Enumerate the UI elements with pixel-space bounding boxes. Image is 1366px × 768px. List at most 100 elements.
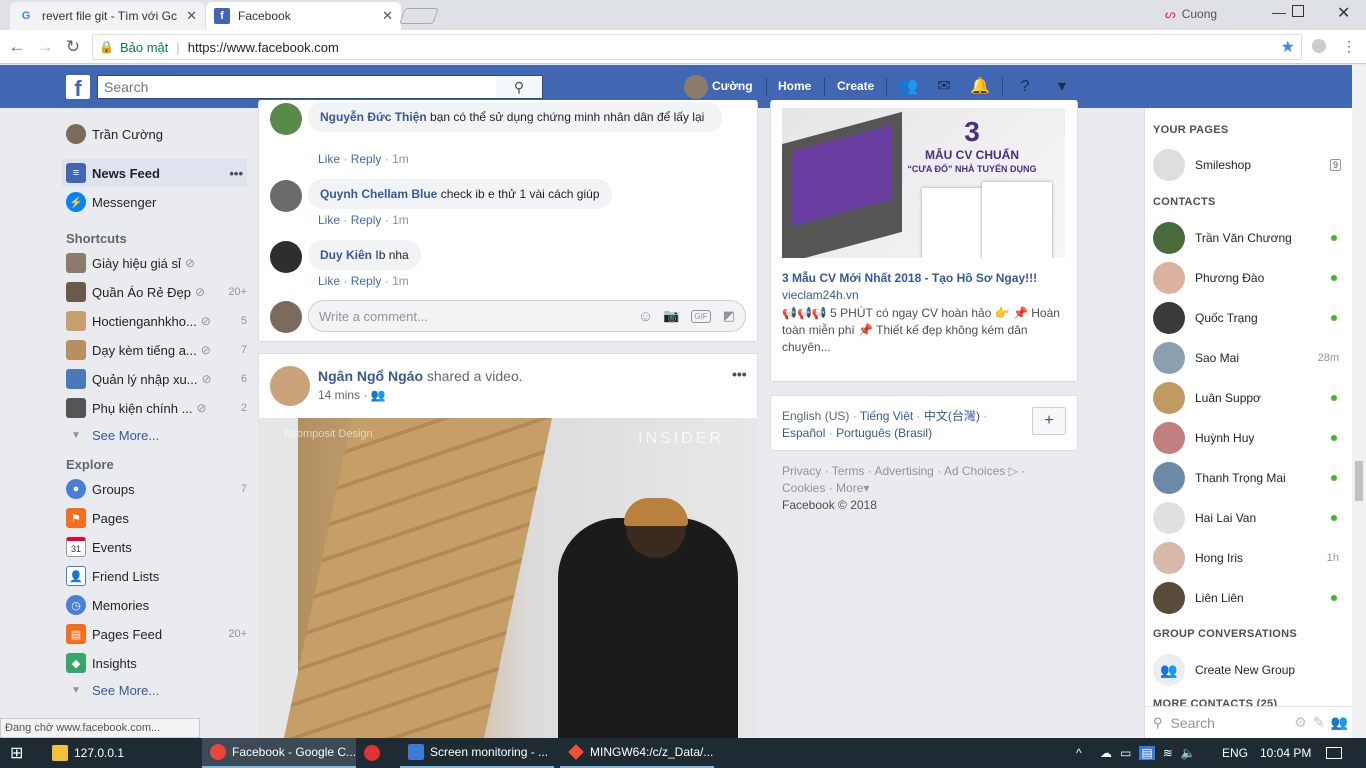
contact-item[interactable]: Luân Suppơ <box>1145 378 1345 418</box>
search-icon[interactable]: ⚲ <box>496 76 542 98</box>
contact-item[interactable]: Quốc Trạng <box>1145 298 1345 338</box>
write-comment-box[interactable]: Write a comment... ☺ 📷 GIF ◩ <box>308 300 746 332</box>
page-scrollbar[interactable] <box>1352 65 1366 738</box>
contact-item[interactable]: Hai Lai Van <box>1145 498 1345 538</box>
advertising-link[interactable]: Advertising <box>874 464 933 478</box>
contact-item[interactable]: Trần Văn Chương <box>1145 218 1345 258</box>
browser-tab-google[interactable]: G revert file git - Tìm với Gc ✕ <box>10 2 205 30</box>
contact-item[interactable]: Thanh Trọng Mai <box>1145 458 1345 498</box>
commenter-name[interactable]: Nguyễn Đức Thiện <box>320 110 427 124</box>
taskbar-item[interactable]: MINGW64:/c/z_Data/... <box>560 738 714 768</box>
cookies-link[interactable]: Cookies <box>782 481 825 495</box>
reply-link[interactable]: Reply <box>351 274 382 288</box>
profile-nav-item[interactable]: Trần Cường <box>62 120 247 148</box>
maximize-button[interactable] <box>1292 5 1304 17</box>
sticker-icon[interactable]: ◩ <box>723 308 735 324</box>
avatar[interactable] <box>684 75 708 99</box>
comment-time[interactable]: 1m <box>392 213 409 227</box>
terms-link[interactable]: Terms <box>832 464 865 478</box>
forward-icon[interactable]: → <box>34 36 56 58</box>
gif-icon[interactable]: GIF <box>691 309 711 323</box>
emoji-icon[interactable]: ☺ <box>638 308 653 325</box>
see-more-shortcuts-link[interactable]: ▼ See More... <box>62 421 247 449</box>
explore-item-events[interactable]: 31 Events <box>62 533 247 561</box>
post-options-icon[interactable]: ••• <box>732 366 747 382</box>
news-feed-nav-item[interactable]: ≡ News Feed ••• <box>62 159 247 187</box>
taskbar-item[interactable] <box>364 738 394 768</box>
shortcut-item[interactable]: Giày hiệu giá sỉ ⊘ <box>62 249 247 277</box>
explore-item-friend-lists[interactable]: 👤 Friend Lists <box>62 562 247 590</box>
like-link[interactable]: Like <box>318 213 340 227</box>
shortcut-item[interactable]: Hoctienganhkho... ⊘ 5 <box>62 307 247 335</box>
commenter-name[interactable]: Duy Kiên <box>320 248 372 262</box>
reload-icon[interactable]: ↻ <box>62 36 84 58</box>
facebook-logo[interactable]: f <box>66 75 90 101</box>
language-link[interactable]: Español <box>782 426 825 440</box>
search-input[interactable] <box>98 76 496 98</box>
shortcut-item[interactable]: Quần Áo Rẻ Đẹp ⊘ 20+ <box>62 278 247 306</box>
reply-link[interactable]: Reply <box>351 213 382 227</box>
new-message-icon[interactable]: ✎ <box>1313 714 1325 731</box>
add-language-button[interactable]: + <box>1032 407 1066 435</box>
contact-item[interactable]: Huỳnh Huy <box>1145 418 1345 458</box>
more-link[interactable]: More <box>836 481 863 495</box>
gear-icon[interactable]: ⚙ <box>1294 714 1307 731</box>
shortcut-item[interactable]: Phụ kiện chính ... ⊘ 2 <box>62 394 247 422</box>
taskbar-item[interactable]: 127.0.0.1 <box>52 738 202 768</box>
post-author[interactable]: Ngân Ngổ Ngáo <box>318 368 423 384</box>
see-more-explore-link[interactable]: ▼ See More... <box>62 676 247 704</box>
bookmark-star-icon[interactable]: ★ <box>1281 37 1295 57</box>
avatar[interactable] <box>270 180 302 212</box>
contact-item[interactable]: Liên Liên <box>1145 578 1345 618</box>
add-friends-icon[interactable]: 👥 <box>1331 714 1348 731</box>
like-link[interactable]: Like <box>318 152 340 166</box>
comment-time[interactable]: 1m <box>392 274 409 288</box>
language-link[interactable]: 中文(台灣) <box>924 409 980 423</box>
page-item[interactable]: Smileshop 9 <box>1145 145 1345 185</box>
ad-title[interactable]: 3 Mẫu CV Mới Nhất 2018 - Tạo Hồ Sơ Ngay!… <box>782 271 1072 285</box>
comment-time[interactable]: 1m <box>392 152 409 166</box>
explore-item-insights[interactable]: ◆ Insights <box>62 649 247 677</box>
privacy-link[interactable]: Privacy <box>782 464 821 478</box>
commenter-name[interactable]: Quynh Chellam Blue <box>320 187 437 201</box>
show-hidden-icons[interactable]: ^ <box>1076 738 1082 768</box>
language-link[interactable]: Português (Brasil) <box>836 426 932 440</box>
explore-item-memories[interactable]: ◷ Memories <box>62 591 247 619</box>
avatar[interactable] <box>270 103 302 135</box>
avatar[interactable] <box>270 366 310 406</box>
post-time[interactable]: 14 mins <box>318 388 360 402</box>
audience-friends-icon[interactable]: 👥 <box>371 388 386 402</box>
notifications-icon[interactable]: 🔔 <box>968 75 992 99</box>
chat-search-input[interactable]: Search <box>1171 715 1215 731</box>
extension-icon[interactable] <box>1312 39 1326 53</box>
messenger-nav-item[interactable]: ⚡ Messenger <box>62 188 247 216</box>
browser-tab-facebook[interactable]: f Facebook ✕ <box>206 2 401 30</box>
start-button[interactable]: ⊞ <box>10 738 23 768</box>
notifications-icon[interactable] <box>1326 738 1342 768</box>
close-tab-icon[interactable]: ✕ <box>382 8 393 24</box>
address-bar[interactable]: 🔒 Bảo mật | https://www.facebook.com ★ <box>92 34 1302 60</box>
language-link[interactable]: Tiếng Việt <box>860 409 913 423</box>
back-icon[interactable]: ← <box>6 36 28 58</box>
like-link[interactable]: Like <box>318 274 340 288</box>
contact-item[interactable]: Phương Đào <box>1145 258 1345 298</box>
more-options-icon[interactable]: ••• <box>229 166 243 181</box>
clock[interactable]: 10:04 PM <box>1260 738 1311 768</box>
system-tray-icons[interactable]: ☁ ▭ ▤ ≋ 🔈 <box>1100 738 1204 768</box>
account-menu-chevron-icon[interactable]: ▾ <box>1050 75 1074 99</box>
explore-item-groups[interactable]: ● Groups 7 <box>62 475 247 503</box>
ad-choices-link[interactable]: Ad Choices <box>944 464 1005 478</box>
messenger-icon[interactable]: ✉ <box>932 75 956 99</box>
contact-item[interactable]: Sao Mai 28m <box>1145 338 1345 378</box>
ad-image[interactable]: 3 MẪU CV CHUẨN “CƯA ĐỔ” NHÀ TUYỂN DỤNG <box>782 108 1065 258</box>
profile-button[interactable]: ᔕ Cuong <box>1165 7 1217 21</box>
close-window-button[interactable]: ✕ <box>1337 3 1350 23</box>
close-tab-icon[interactable]: ✕ <box>186 8 197 24</box>
explore-item-pages-feed[interactable]: ▤ Pages Feed 20+ <box>62 620 247 648</box>
input-language[interactable]: ENG <box>1222 738 1248 768</box>
video-player[interactable]: Bcomposit Design INSIDER <box>258 418 758 738</box>
ad-domain[interactable]: vieclam24h.vn <box>782 288 859 302</box>
avatar[interactable] <box>270 241 302 273</box>
reply-link[interactable]: Reply <box>351 152 382 166</box>
shortcut-item[interactable]: Quản lý nhập xu... ⊘ 6 <box>62 365 247 393</box>
